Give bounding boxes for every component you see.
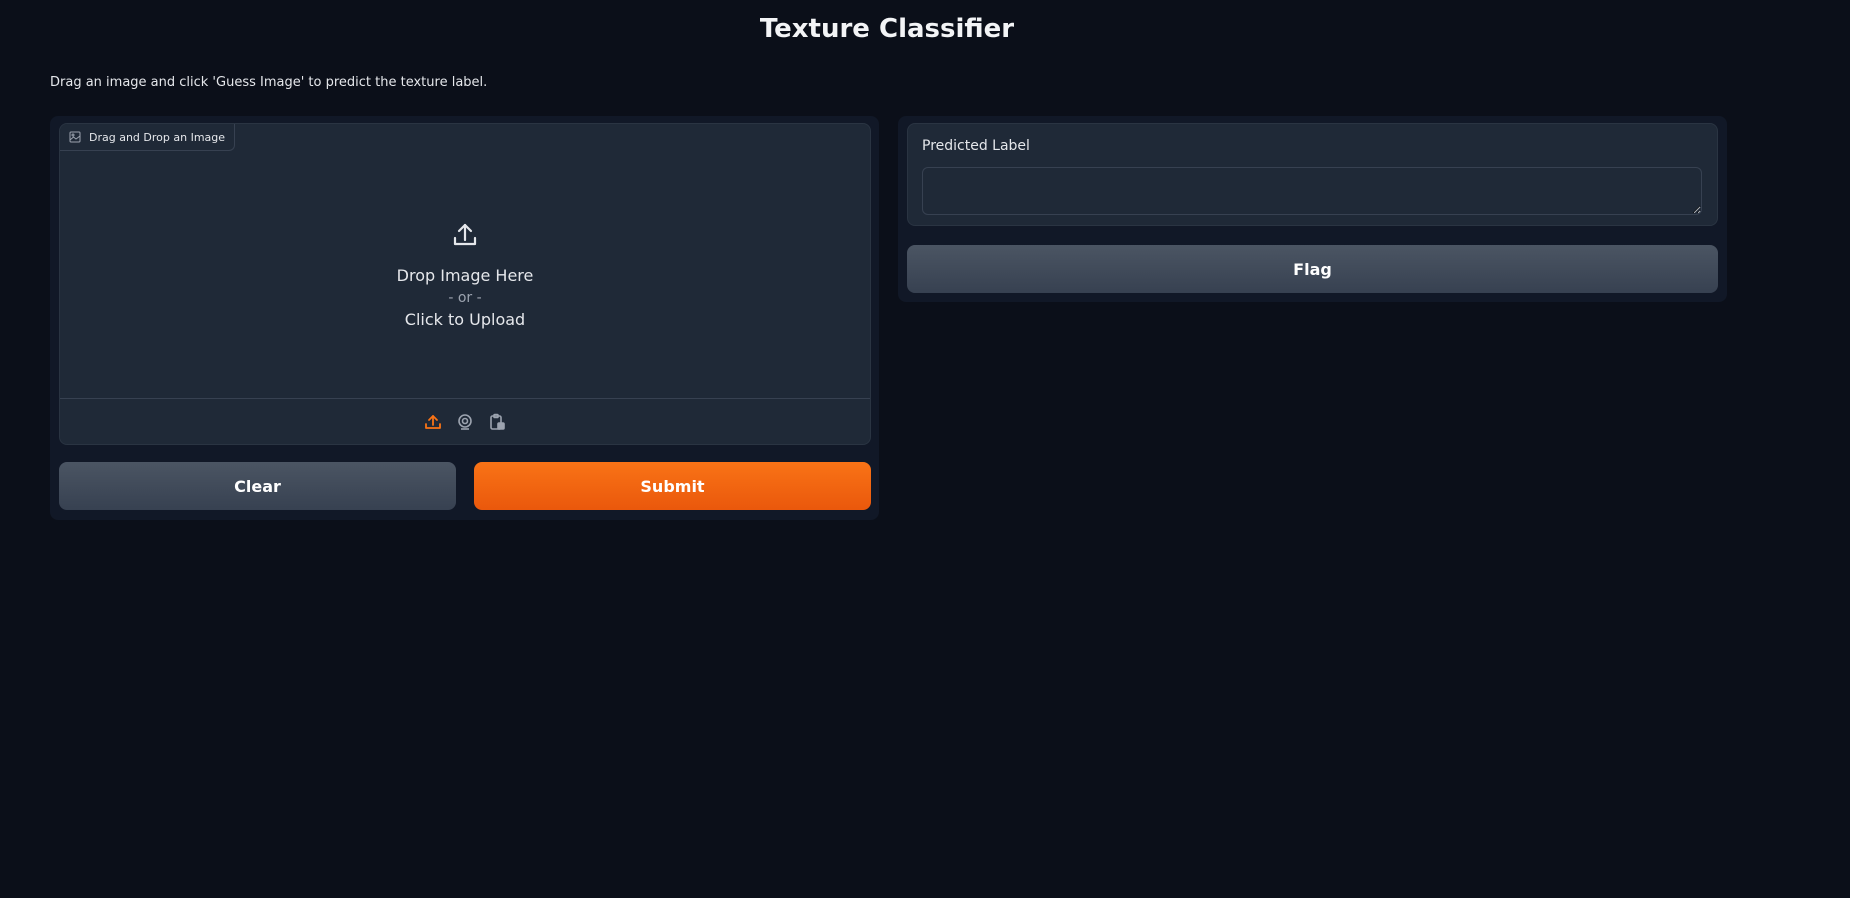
page-title: Texture Classifier <box>759 14 1015 44</box>
upload-source-icon[interactable] <box>422 411 444 433</box>
drop-image-text: Drop Image Here <box>396 266 534 285</box>
upload-icon <box>451 221 479 253</box>
predicted-label-title: Predicted Label <box>922 138 1030 154</box>
image-upload-block: Drag and Drop an Image Drop Image Here -… <box>59 123 871 445</box>
output-panel: Predicted Label Flag <box>898 116 1727 302</box>
clear-button[interactable]: Clear <box>59 462 456 510</box>
clipboard-source-icon[interactable] <box>486 411 508 433</box>
submit-button[interactable]: Submit <box>474 462 871 510</box>
image-drop-zone[interactable]: Drop Image Here - or - Click to Upload <box>60 151 870 401</box>
click-to-upload-text: Click to Upload <box>404 310 526 329</box>
predicted-label-block: Predicted Label <box>907 123 1718 226</box>
predicted-label-output[interactable] <box>922 167 1702 215</box>
image-icon <box>69 131 81 143</box>
image-source-selector <box>60 398 870 444</box>
image-block-label: Drag and Drop an Image <box>60 124 236 151</box>
app-description: Drag an image and click 'Guess Image' to… <box>50 75 488 90</box>
input-panel: Drag and Drop an Image Drop Image Here -… <box>50 116 879 520</box>
flag-button[interactable]: Flag <box>907 245 1718 293</box>
or-separator-text: - or - <box>448 290 482 306</box>
image-block-label-text: Drag and Drop an Image <box>89 130 226 144</box>
webcam-source-icon[interactable] <box>454 411 476 433</box>
